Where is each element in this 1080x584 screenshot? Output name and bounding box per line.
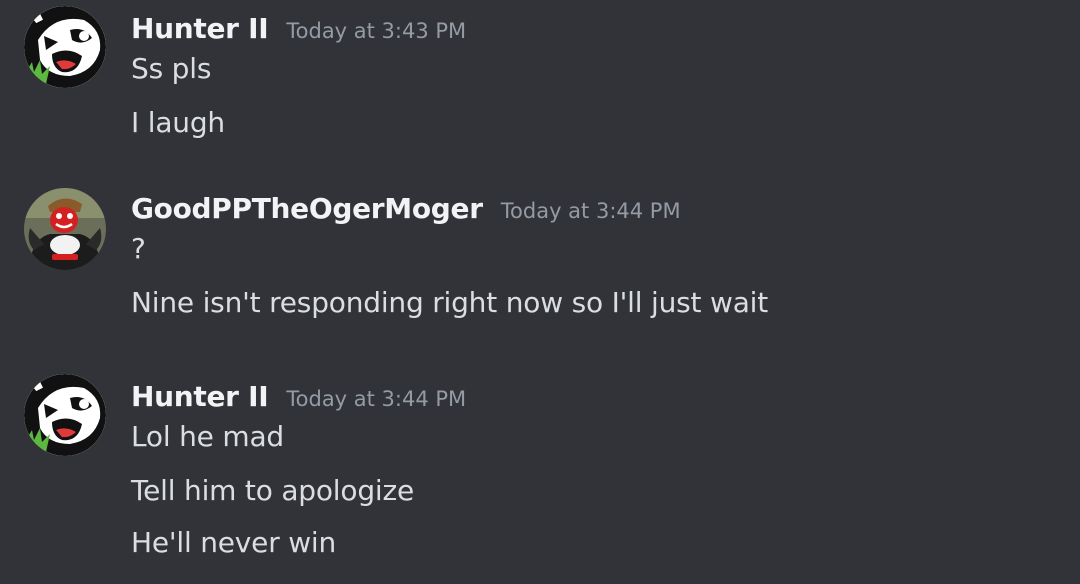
timestamp[interactable]: Today at 3:44 PM	[286, 387, 466, 411]
message-header: GoodPPTheOgerMoger Today at 3:44 PM	[131, 192, 681, 228]
message-header: Hunter II Today at 3:43 PM	[131, 12, 466, 48]
message-text: Lol he mad	[131, 420, 284, 453]
username[interactable]: GoodPPTheOgerMoger	[131, 192, 483, 225]
red-character-avatar-icon[interactable]	[24, 188, 106, 270]
message-text: He'll never win	[131, 526, 337, 559]
username[interactable]: Hunter II	[131, 12, 269, 45]
username[interactable]: Hunter II	[131, 380, 269, 413]
message-text: Tell him to apologize	[131, 474, 414, 507]
message-text: I laugh	[131, 106, 225, 139]
timestamp[interactable]: Today at 3:43 PM	[286, 19, 466, 43]
message-text: ?	[131, 232, 146, 265]
laughing-face-avatar-icon[interactable]	[24, 6, 106, 88]
timestamp[interactable]: Today at 3:44 PM	[501, 199, 681, 223]
laughing-face-avatar-icon[interactable]	[24, 374, 106, 456]
message-header: Hunter II Today at 3:44 PM	[131, 380, 466, 416]
message-text: Nine isn't responding right now so I'll …	[131, 286, 769, 319]
message-text: Ss pls	[131, 52, 212, 85]
